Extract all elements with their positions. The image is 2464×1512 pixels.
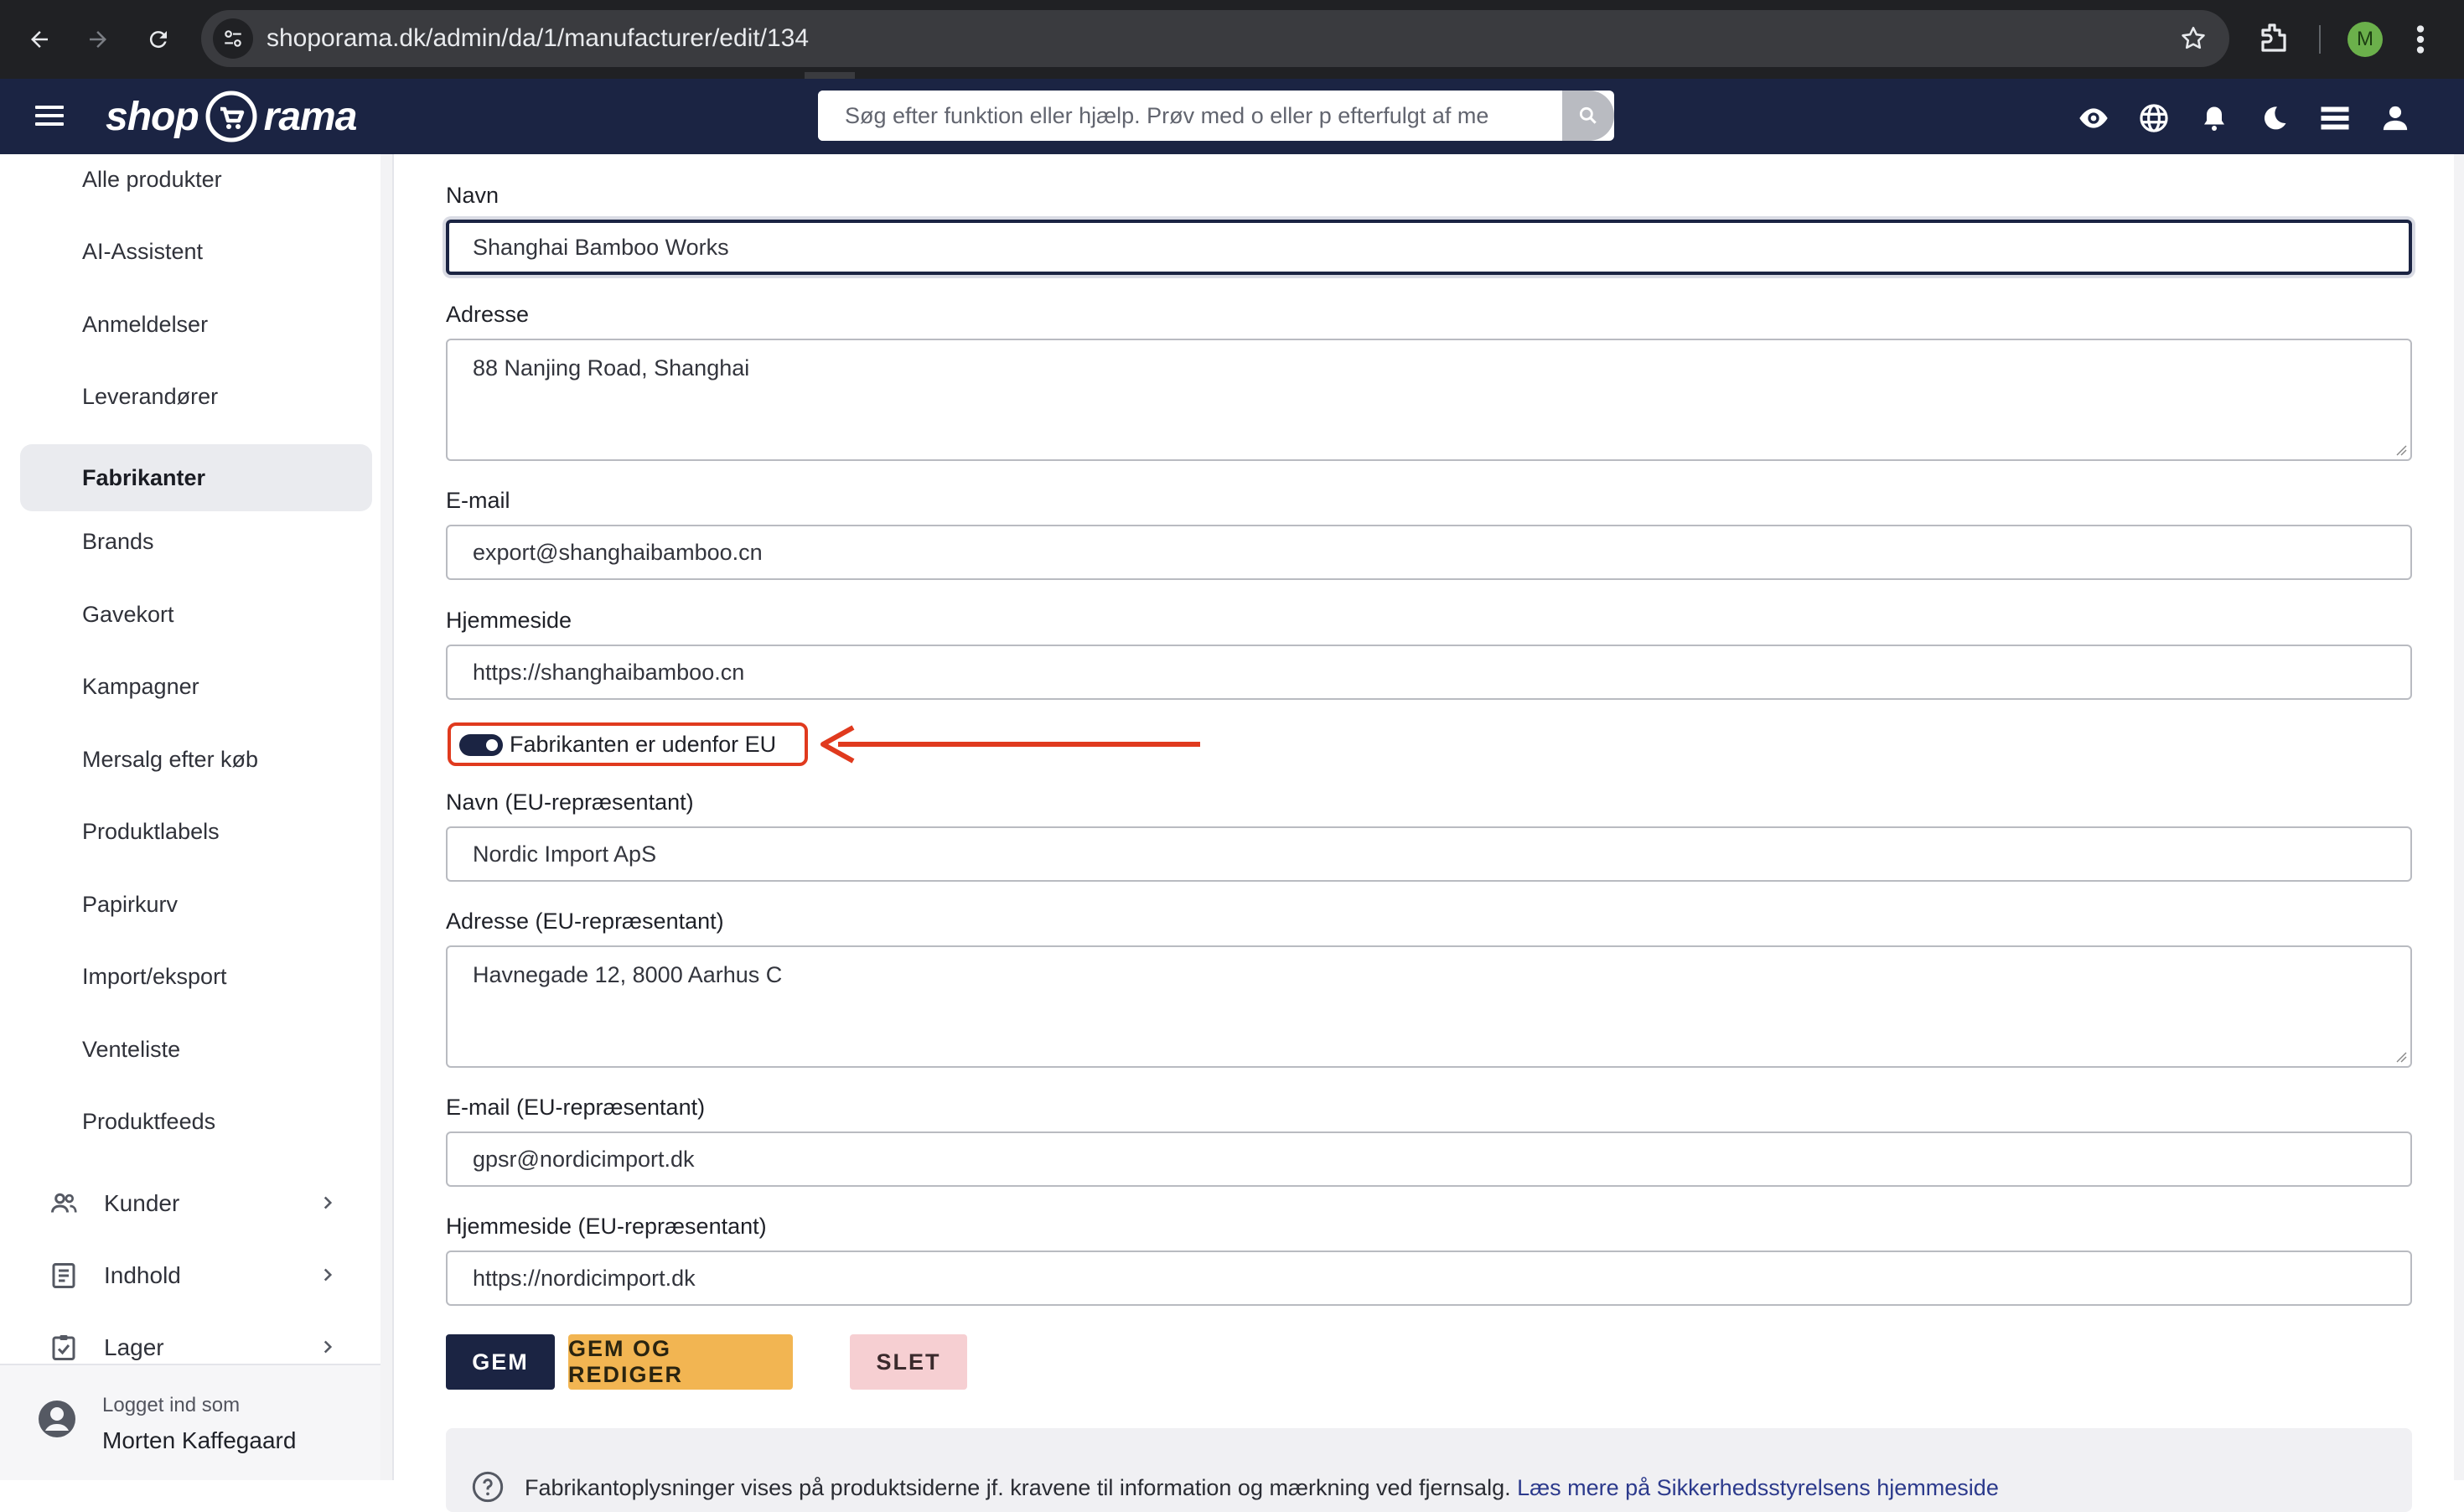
sidebar-item-gavekort[interactable]: Gavekort [20,581,372,648]
sidebar-item-papirkurv[interactable]: Papirkurv [20,871,372,938]
browser-toolbar: shoporama.dk/admin/da/1/manufacturer/edi… [0,0,2464,79]
eu-address-value: Havnegade 12, 8000 Aarhus C [473,962,783,987]
info-text: Fabrikantoplysninger vises på produktsid… [525,1475,1999,1501]
name-label: Navn [446,183,500,208]
account-circle-icon [39,1401,75,1437]
sidebar-group-label: Indhold [104,1262,181,1288]
moon-icon[interactable] [2258,101,2291,135]
info-link[interactable]: Læs mere på Sikkerhedsstyrelsens hjemmes… [1517,1475,1999,1500]
sidebar-item-ai-assistent[interactable]: AI-Assistent [20,218,372,285]
name-field[interactable]: Shanghai Bamboo Works [446,220,2412,275]
delete-button[interactable]: SLET [850,1334,967,1390]
eye-icon[interactable] [2077,101,2110,135]
clipboard-check-icon [52,1335,75,1360]
address-value: 88 Nanjing Road, Shanghai [473,355,750,381]
sidebar-item-brands[interactable]: Brands [20,508,372,575]
browser-menu-icon[interactable] [2412,18,2429,60]
eu-address-label: Adresse (EU-repræsentant) [446,909,724,934]
sidebar-item-leverandorer[interactable]: Leverandører [20,363,372,430]
back-icon[interactable] [18,18,60,60]
sidebar-item-alle-produkter[interactable]: Alle produkter [20,154,372,213]
logged-in-label: Logget ind som [102,1394,241,1416]
sidebar-item-venteliste[interactable]: Venteliste [20,1016,372,1083]
address-label: Adresse [446,302,530,327]
address-bar[interactable]: shoporama.dk/admin/da/1/manufacturer/edi… [201,10,2229,67]
sidebar-item-import-eksport[interactable]: Import/eksport [20,943,372,1010]
sidebar-item-fabrikanter[interactable]: Fabrikanter [20,444,372,511]
sidebar-group-kunder[interactable]: Kunder [0,1170,360,1237]
eu-address-field[interactable]: Havnegade 12, 8000 Aarhus C [446,945,2412,1068]
website-label: Hjemmeside [446,608,572,633]
eu-email-field[interactable]: gpsr@nordicimport.dk [446,1131,2412,1187]
bookmark-star-icon[interactable] [2179,24,2208,53]
sidebar-item-produktlabels[interactable]: Produktlabels [20,798,372,865]
profile-avatar[interactable]: M [2348,22,2383,57]
eu-website-field[interactable]: https://nordicimport.dk [446,1251,2412,1306]
document-icon [52,1263,75,1288]
info-notice: Fabrikantoplysninger vises på produktsid… [446,1428,2412,1512]
globe-icon[interactable] [2137,101,2171,135]
info-message: Fabrikantoplysninger vises på produktsid… [525,1475,1518,1500]
search-box [818,91,1614,141]
switch-knob [486,739,498,751]
search-icon [1579,106,1597,124]
outside-eu-switch[interactable] [459,734,503,756]
annotation-arrow-icon [820,725,1200,764]
website-field[interactable]: https://shanghaibamboo.cn [446,645,2412,700]
site-settings-icon[interactable] [213,18,253,59]
toolbar-marker [805,72,855,79]
sidebar-item-mersalg[interactable]: Mersalg efter køb [20,726,372,793]
email-field[interactable]: export@shanghaibamboo.cn [446,525,2412,580]
search-button[interactable] [1562,91,1614,141]
email-label: E-mail [446,488,510,513]
sidebar-group-label: Kunder [104,1190,180,1216]
shoporama-logo[interactable]: shop rama [106,89,358,144]
forward-icon[interactable] [77,18,119,60]
toolbar-separator [2319,25,2321,54]
address-field[interactable]: 88 Nanjing Road, Shanghai [446,339,2412,461]
sidebar-item-produktfeeds[interactable]: Produktfeeds [20,1088,372,1155]
sidebar-group-label: Lager [104,1334,164,1360]
bell-icon[interactable] [2197,101,2231,135]
chevron-right-icon [324,1340,333,1354]
app-header: shop rama [0,79,2464,154]
manufacturer-edit-form: Navn Shanghai Bamboo Works Adresse 88 Na… [394,154,2464,1512]
main-scrollbar[interactable] [2454,154,2464,1480]
storage-icon[interactable] [2318,101,2352,135]
outside-eu-toggle-row[interactable]: Fabrikanten er udenfor EU [448,722,808,766]
logo-text-left: shop [106,94,199,139]
sidebar-item-kampagner[interactable]: Kampagner [20,653,372,720]
eu-website-label: Hjemmeside (EU-repræsentant) [446,1214,767,1239]
outside-eu-label: Fabrikanten er udenfor EU [510,732,777,757]
extensions-icon[interactable] [2254,18,2295,59]
people-icon [51,1193,77,1213]
resize-handle-icon[interactable] [2395,1051,2407,1063]
logo-text-right: rama [263,94,358,139]
save-and-edit-button[interactable]: GEM OG REDIGER [568,1334,793,1390]
eu-name-label: Navn (EU-repræsentant) [446,790,694,815]
resize-handle-icon[interactable] [2395,444,2407,456]
menu-icon[interactable] [34,101,65,132]
person-icon[interactable] [2379,101,2412,135]
cart-logo-icon [205,91,257,142]
user-name: Morten Kaffegaard [102,1427,297,1453]
save-button[interactable]: GEM [446,1334,555,1390]
logged-in-user[interactable]: Logget ind som Morten Kaffegaard [0,1364,392,1480]
eu-email-label: E-mail (EU-repræsentant) [446,1095,706,1120]
url-text[interactable]: shoporama.dk/admin/da/1/manufacturer/edi… [267,10,809,67]
help-circle-icon [472,1471,504,1503]
sidebar: Alle produkter AI-Assistent Anmeldelser … [0,154,394,1480]
chevron-right-icon [324,1268,333,1282]
chevron-right-icon [324,1196,333,1209]
sidebar-group-indhold[interactable]: Indhold [0,1242,360,1309]
sidebar-item-anmeldelser[interactable]: Anmeldelser [20,291,372,358]
reload-icon[interactable] [137,18,179,60]
search-input[interactable] [818,91,1562,141]
sidebar-scrollbar[interactable] [380,154,392,1480]
eu-name-field[interactable]: Nordic Import ApS [446,826,2412,882]
